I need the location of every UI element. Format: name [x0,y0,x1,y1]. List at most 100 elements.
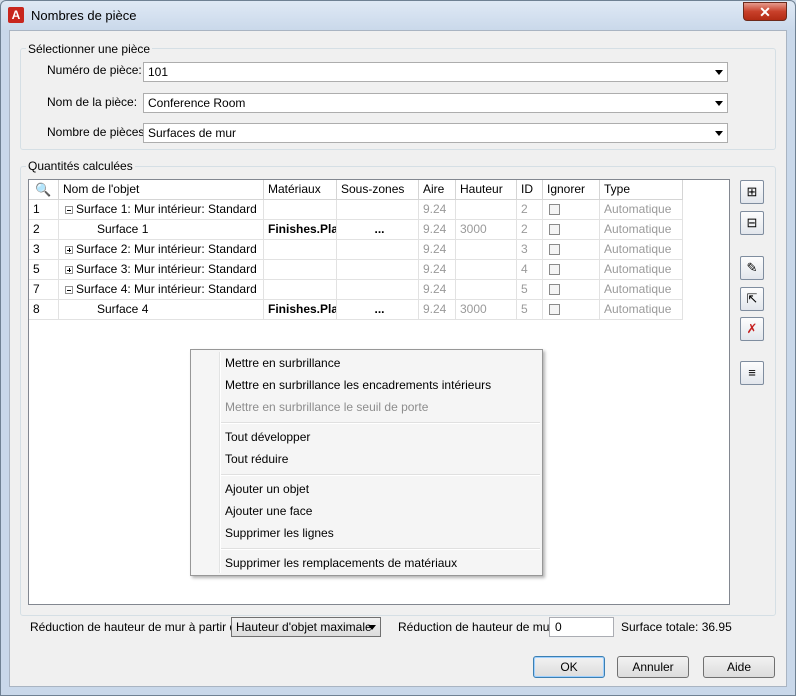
chevron-down-icon [715,70,723,75]
reduction-from-label: Réduction de hauteur de mur à partir de [30,620,243,634]
ignore-checkbox[interactable] [549,304,560,315]
grid-cell-height [456,240,517,260]
export-list-icon: ≡ [748,365,756,380]
grid-cell-materials [264,280,337,300]
menu-item-add-object[interactable]: Ajouter un objet [225,479,309,499]
room-number-dropdown[interactable]: 101 [143,62,728,82]
expand-icon[interactable] [65,265,73,274]
ok-button[interactable]: OK [533,656,605,678]
grid-cell-num: 5 [29,260,59,280]
grid-cell-subzones[interactable]: ... [337,220,419,240]
reduction-from-value: Hauteur d'objet maximale [236,620,372,634]
grid-cell-height: 3000 [456,220,517,240]
grid-cell-name[interactable]: Surface 1 [59,220,264,240]
col-header-area[interactable]: Aire [419,180,456,200]
reduction-from-dropdown[interactable]: Hauteur d'objet maximale [231,617,381,637]
grid-cell-height [456,260,517,280]
grid-cell-name[interactable]: Surface 1: Mur intérieur: Standard [59,200,264,220]
object-name-text: Surface 1 [97,222,149,236]
chevron-down-icon [368,625,376,630]
grid-cell-name[interactable]: Surface 2: Mur intérieur: Standard [59,240,264,260]
grid-cell-ignore [543,240,600,260]
help-button[interactable]: Aide [703,656,775,678]
grid-cell-type: Automatique [600,200,683,220]
search-icon[interactable]: 🔍 [29,180,59,200]
reduction-input[interactable]: 0 [549,617,614,637]
reduction-label: Réduction de hauteur de mur [398,620,554,634]
grid-cell-name[interactable]: Surface 4: Mur intérieur: Standard [59,280,264,300]
col-header-subzones[interactable]: Sous-zones [337,180,419,200]
col-header-name[interactable]: Nom de l'objet [59,180,264,200]
select-room-group-title: Sélectionner une pièce [26,42,153,56]
grid-cell-ignore [543,300,600,320]
grid-cell-height: 3000 [456,300,517,320]
grid-cell-subzones[interactable] [337,260,419,280]
grid-cell-subzones[interactable] [337,240,419,260]
menu-item-highlight-threshold: Mettre en surbrillance le seuil de porte [225,400,429,414]
highlight-button[interactable]: ✎ [740,256,764,280]
ignore-checkbox[interactable] [549,284,560,295]
grid-cell-name[interactable]: Surface 3: Mur intérieur: Standard [59,260,264,280]
select-object-button[interactable]: ⇱ [740,287,764,311]
object-name-text: Surface 4 [97,302,149,316]
close-button[interactable]: ✕ [743,2,787,21]
grid-cell-subzones[interactable]: ... [337,300,419,320]
grid-cell-type: Automatique [600,240,683,260]
room-name-dropdown[interactable]: Conference Room [143,93,728,113]
collapse-all-button[interactable]: ⊟ [740,211,764,235]
chevron-down-icon [715,131,723,136]
menu-item-highlight-frames[interactable]: Mettre en surbrillance les encadrements … [225,375,491,395]
col-header-id[interactable]: ID [517,180,543,200]
menu-item-delete-rows[interactable]: Supprimer les lignes [225,523,334,543]
col-header-type[interactable]: Type [600,180,683,200]
grid-cell-subzones[interactable] [337,280,419,300]
title-bar: A Nombres de pièce ✕ [1,1,795,29]
grid-cell-ignore [543,220,600,240]
collapse-icon[interactable] [65,285,73,294]
object-name-text: Surface 3: Mur intérieur: Standard [76,262,257,276]
expand-all-button[interactable]: ⊞ [740,180,764,204]
delete-rows-icon: ✗ [746,321,758,336]
menu-item-highlight[interactable]: Mettre en surbrillance [225,353,340,373]
delete-rows-button[interactable]: ✗ [740,317,764,341]
object-name-text: Surface 2: Mur intérieur: Standard [76,242,257,256]
autocad-app-icon: A [8,7,24,23]
ignore-checkbox[interactable] [549,244,560,255]
grid-cell-ignore [543,280,600,300]
ignore-checkbox[interactable] [549,264,560,275]
grid-cell-materials [264,260,337,280]
chevron-down-icon [715,101,723,106]
room-count-dropdown[interactable]: Surfaces de mur [143,123,728,143]
col-header-ignore[interactable]: Ignorer [543,180,600,200]
ignore-checkbox[interactable] [549,204,560,215]
grid-cell-num: 3 [29,240,59,260]
grid-cell-area: 9.24 [419,220,456,240]
menu-separator [221,474,540,476]
grid-cell-area: 9.24 [419,200,456,220]
highlight-pen-icon: ✎ [746,260,758,275]
menu-item-collapse-all[interactable]: Tout réduire [225,449,288,469]
col-header-height[interactable]: Hauteur [456,180,517,200]
col-header-materials[interactable]: Matériaux [264,180,337,200]
menu-item-add-face[interactable]: Ajouter une face [225,501,312,521]
room-count-label: Nombre de pièces: [47,125,148,139]
ignore-checkbox[interactable] [549,224,560,235]
collapse-all-icon: ⊟ [746,215,758,230]
window-title: Nombres de pièce [31,8,137,23]
grid-cell-materials [264,240,337,260]
grid-cell-area: 9.24 [419,280,456,300]
grid-cell-type: Automatique [600,280,683,300]
menu-separator [221,422,540,424]
grid-cell-subzones[interactable] [337,200,419,220]
dialog-window: A Nombres de pièce ✕ Sélectionner une pi… [0,0,796,696]
grid-cell-name[interactable]: Surface 4 [59,300,264,320]
menu-item-expand-all[interactable]: Tout développer [225,427,310,447]
grid-cell-ignore [543,200,600,220]
menu-item-delete-material-overrides[interactable]: Supprimer les remplacements de matériaux [225,553,457,573]
collapse-icon[interactable] [65,205,73,214]
expand-icon[interactable] [65,245,73,254]
grid-cell-area: 9.24 [419,300,456,320]
select-cursor-icon: ⇱ [746,291,758,306]
cancel-button[interactable]: Annuler [617,656,689,678]
export-list-button[interactable]: ≡ [740,361,764,385]
